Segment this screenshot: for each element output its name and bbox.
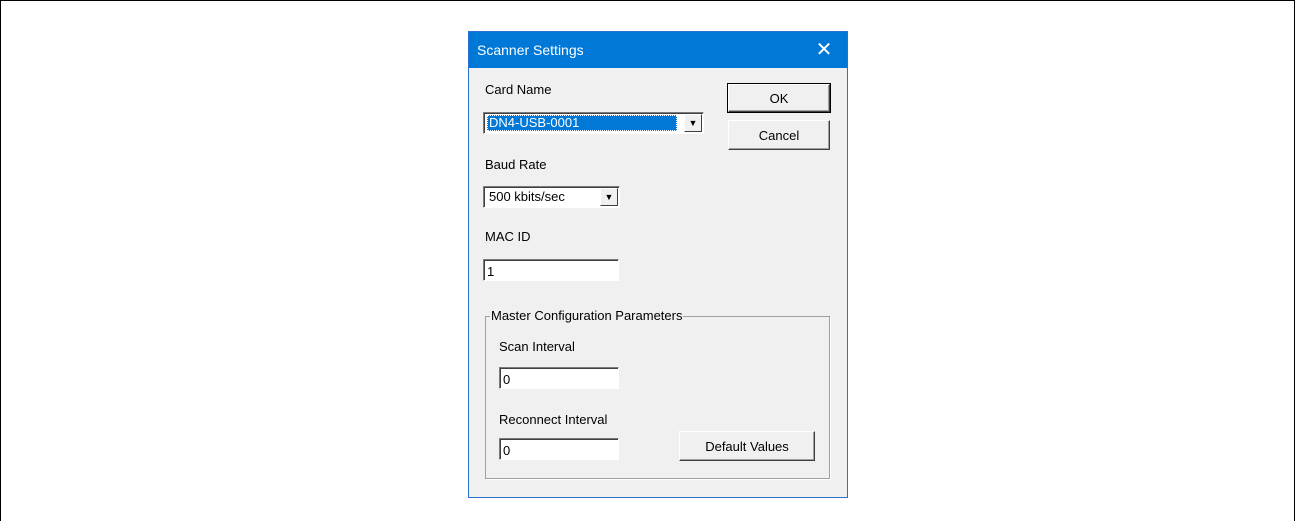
title-bar[interactable]: Scanner Settings ✕ <box>469 32 847 68</box>
default-values-button[interactable]: Default Values <box>679 431 815 461</box>
baud-rate-select[interactable]: 500 kbits/sec ▼ <box>483 186 620 208</box>
scan-interval-label: Scan Interval <box>499 339 575 354</box>
baud-rate-label: Baud Rate <box>485 157 547 172</box>
chevron-down-icon[interactable]: ▼ <box>684 114 702 132</box>
reconnect-interval-label: Reconnect Interval <box>499 412 608 427</box>
ok-button[interactable]: OK <box>727 83 831 113</box>
cancel-button[interactable]: Cancel <box>728 120 830 150</box>
card-name-label: Card Name <box>485 82 552 97</box>
card-name-select[interactable]: DN4-USB-0001 ▼ <box>483 112 704 134</box>
close-icon[interactable]: ✕ <box>801 32 847 68</box>
mac-id-field[interactable] <box>483 259 619 281</box>
card-name-value: DN4-USB-0001 <box>487 115 677 131</box>
baud-rate-value: 500 kbits/sec <box>489 189 565 204</box>
scanner-settings-dialog: Scanner Settings ✕ Card Name DN4-USB-000… <box>468 31 848 498</box>
dialog-title: Scanner Settings <box>477 42 584 58</box>
master-config-title: Master Configuration Parameters <box>490 308 684 323</box>
mac-id-label: MAC ID <box>485 229 531 244</box>
scan-interval-field[interactable] <box>499 367 619 389</box>
chevron-down-icon[interactable]: ▼ <box>600 188 618 206</box>
reconnect-interval-field[interactable] <box>499 438 619 460</box>
master-config-group: Master Configuration Parameters Scan Int… <box>485 308 830 479</box>
